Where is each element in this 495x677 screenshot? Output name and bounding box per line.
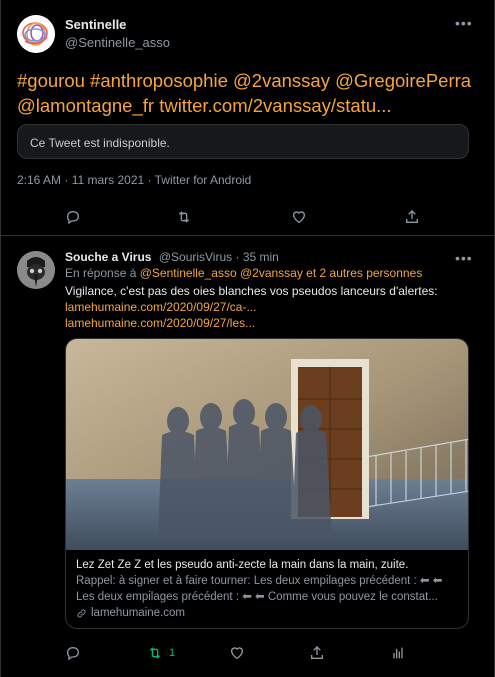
share-button[interactable] [404,209,420,225]
reply-mentions[interactable]: @Sentinelle_asso @2vanssay et 2 autres p… [140,266,423,280]
tweet-body: Vigilance, c'est pas des oies blanches v… [65,284,438,298]
reply-button[interactable] [65,645,81,661]
card-description: Rappel: à signer et à faire tourner: Les… [76,575,443,587]
author-name[interactable]: Sentinelle [65,17,126,32]
card-domain-text: lamehumaine.com [91,607,185,619]
avatar[interactable] [17,15,55,53]
card-description: Les deux empilages précédent : ⬅ ⬅ Comme… [76,591,438,603]
reply-icon [66,210,80,225]
retweet-count: 1 [169,647,176,659]
avatar[interactable] [17,251,55,289]
card-title: Lez Zet Ze Z et les pseudo anti-zecte la… [76,559,409,571]
more-dots-icon[interactable]: ••• [455,251,473,265]
reply-button[interactable] [65,209,81,225]
author-handle[interactable]: @SourisVirus [159,250,232,264]
link-icon [77,608,86,618]
more-dots-icon[interactable]: ••• [455,16,473,30]
reply-icon [66,646,80,661]
reply-context: En réponse à @Sentinelle_asso @2vanssay … [65,266,422,280]
sentinelle-logo-icon [17,15,55,53]
retweet-icon [178,211,190,223]
tweet-text: #gourou #anthroposophie @2vanssay @Grego… [17,68,482,118]
action-bar: 1 [1,641,495,665]
timestamp[interactable]: 35 min [243,250,279,264]
link-1[interactable]: lamehumaine.com/2020/09/27/ca-... [65,299,485,315]
share-icon [311,646,323,659]
link-card[interactable]: Lez Zet Ze Z et les pseudo anti-zecte la… [65,338,469,629]
reply-header: Souche a Virus @SourisVirus · 35 min [65,250,279,264]
author-handle[interactable]: @Sentinelle_asso [65,35,170,50]
like-button[interactable] [229,645,245,661]
retweet-icon [149,647,161,659]
action-bar [1,205,495,229]
tweet-main[interactable]: Sentinelle @Sentinelle_asso ••• #gourou … [1,0,495,236]
author-name[interactable]: Souche a Virus [65,250,151,264]
link-2[interactable]: lamehumaine.com/2020/09/27/les... [65,315,485,331]
share-button[interactable] [309,645,325,661]
plague-doctor-avatar-icon [17,251,55,289]
tweet-text-line[interactable]: @lamontagne_fr twitter.com/2vanssay/stat… [17,93,482,118]
reply-prefix: En réponse à [65,266,140,280]
card-domain: lamehumaine.com [76,605,462,621]
tweet-reply[interactable]: Souche a Virus @SourisVirus · 35 min •••… [1,237,495,677]
analytics-icon [393,647,403,659]
card-image [66,339,468,550]
unavailable-quote: Ce Tweet est indisponible. [17,124,469,159]
retweet-button[interactable] [176,209,192,225]
heart-icon [292,211,306,224]
tweet-text: Vigilance, c'est pas des oies blanches v… [65,283,485,331]
card-text: Lez Zet Ze Z et les pseudo anti-zecte la… [76,557,462,621]
retweet-button[interactable]: 1 [147,645,175,661]
tweet-meta[interactable]: 2:16 AM · 11 mars 2021 · Twitter for And… [17,173,251,187]
share-icon [406,210,418,223]
analytics-button[interactable] [390,645,406,661]
separator: · [232,250,243,264]
tweet-text-line[interactable]: #gourou #anthroposophie @2vanssay @Grego… [17,68,482,93]
timeline-frame: Sentinelle @Sentinelle_asso ••• #gourou … [0,0,495,677]
heart-icon [230,647,244,660]
like-button[interactable] [291,209,307,225]
